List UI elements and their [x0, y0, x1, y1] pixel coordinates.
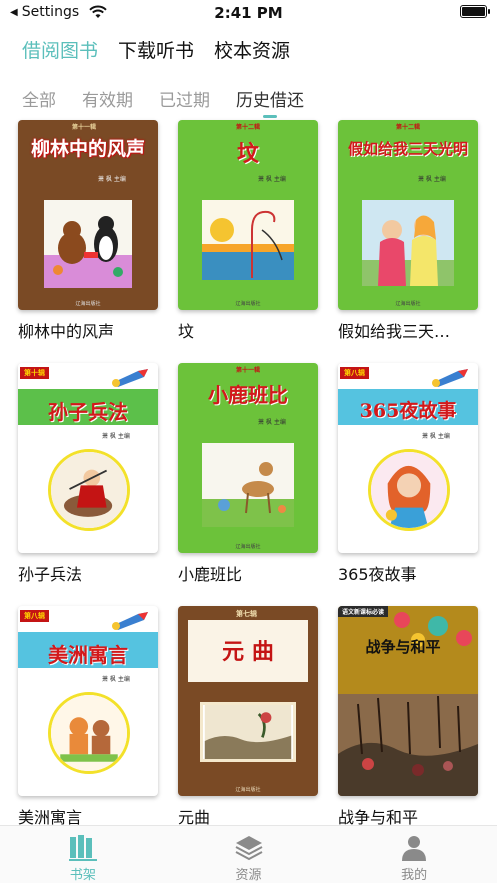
rocket-icon [432, 369, 468, 387]
cover-illustration [48, 449, 130, 531]
cover-title: 柳林中的风声 [30, 138, 145, 160]
book-item[interactable]: 语文新课标必读 战争与和平 战争与和平 [338, 606, 478, 849]
cover-title: 元 曲 [222, 639, 274, 665]
cover-title: 365夜故事 [359, 400, 457, 422]
tabbar-label: 资源 [235, 868, 262, 883]
status-bar: ◀ Settings 2:41 PM [0, 0, 497, 26]
cover-title: 小鹿班比 [208, 383, 288, 407]
cover-illustration [48, 692, 130, 774]
book-item[interactable]: 第八辑 美洲寓言 萧 枫 主编 美洲寓言 [18, 606, 158, 849]
layers-icon [235, 836, 262, 861]
book-cover[interactable]: 第十二辑 坟 萧 枫 主编 辽海出版社 [178, 120, 318, 310]
book-title: 假如给我三天… [338, 322, 451, 341]
book-cover[interactable]: 第十辑 孙子兵法 萧 枫 主编 [18, 363, 158, 553]
tabbar-item-resources[interactable]: 资源 [166, 826, 332, 883]
cover-publisher: 辽海出版社 [235, 544, 261, 550]
filter-tabs: 全部 有效期 已过期 历史借还 [22, 86, 304, 118]
cover-series-label: 第十一辑 [236, 367, 261, 374]
tab-school-resources[interactable]: 校本资源 [214, 36, 290, 63]
cover-illustration [200, 702, 296, 762]
cover-title: 战争与和平 [365, 638, 441, 656]
cover-series-label: 第八辑 [20, 610, 49, 622]
cover-author: 萧 枫 主编 [102, 676, 130, 683]
rocket-icon [112, 369, 148, 387]
filter-tab-all[interactable]: 全部 [22, 86, 56, 111]
book-title: 365夜故事 [338, 565, 417, 584]
cover-illustration [368, 449, 450, 531]
cover-series-label: 第十二辑 [396, 124, 421, 131]
book-title: 小鹿班比 [178, 565, 243, 584]
tabbar-label: 书架 [69, 868, 96, 883]
book-title: 孙子兵法 [18, 565, 83, 584]
cover-publisher: 辽海出版社 [395, 301, 421, 307]
person-icon [402, 836, 427, 861]
tabbar-item-bookshelf[interactable]: 书架 [0, 826, 166, 883]
cover-title: 假如给我三天光明 [347, 140, 468, 158]
cover-title: 美洲寓言 [48, 643, 128, 667]
cover-series-label: 第十辑 [20, 367, 49, 379]
book-item[interactable]: 第十二辑 假如给我三天光明 萧 枫 主编 辽海出版社 假如给我三天… [338, 120, 478, 363]
cover-author: 萧 枫 主编 [422, 433, 450, 440]
battery-icon [460, 5, 490, 18]
book-item[interactable]: 第七辑 元 曲 辽海出版社 元曲 [178, 606, 318, 849]
cover-illustration [338, 694, 478, 796]
cover-title: 孙子兵法 [48, 400, 128, 424]
tabbar-label: 我的 [401, 868, 428, 883]
cover-illustration [44, 200, 132, 288]
cover-author: 萧 枫 主编 [98, 176, 126, 183]
cover-illustration [202, 443, 294, 527]
book-title: 柳林中的风声 [18, 322, 115, 341]
cover-series-label: 第八辑 [340, 367, 369, 379]
cover-author: 萧 枫 主编 [418, 176, 446, 183]
book-cover[interactable]: 第十一辑 小鹿班比 萧 枫 主编 辽海出版社 [178, 363, 318, 553]
bookshelf-icon [68, 835, 97, 861]
tab-borrowed-books[interactable]: 借阅图书 [22, 36, 98, 63]
book-cover[interactable]: 第十二辑 假如给我三天光明 萧 枫 主编 辽海出版社 [338, 120, 478, 310]
main-tabs: 借阅图书 下载听书 校本资源 [22, 36, 290, 63]
filter-tab-expired[interactable]: 已过期 [159, 86, 210, 111]
rocket-icon [112, 612, 148, 630]
book-item[interactable]: 第十一辑 小鹿班比 萧 枫 主编 辽海出版社 小鹿班比 [178, 363, 318, 606]
cover-author: 萧 枫 主编 [258, 176, 286, 183]
book-cover[interactable]: 语文新课标必读 战争与和平 [338, 606, 478, 796]
cover-illustration [202, 200, 294, 280]
bottom-tab-bar: 书架 资源 我的 [0, 825, 497, 883]
filter-tab-valid[interactable]: 有效期 [82, 86, 133, 111]
cover-publisher: 辽海出版社 [235, 301, 261, 307]
status-time: 2:41 PM [214, 4, 283, 22]
cover-series-label: 语文新课标必读 [338, 606, 389, 617]
book-item[interactable]: 第十辑 孙子兵法 萧 枫 主编 孙子兵法 [18, 363, 158, 606]
tab-downloaded-audio[interactable]: 下载听书 [118, 36, 194, 63]
cover-illustration [362, 200, 454, 286]
cover-publisher: 辽海出版社 [235, 787, 261, 793]
book-item[interactable]: 第八辑 365夜故事 萧 枫 主编 365夜故事 [338, 363, 478, 606]
book-cover[interactable]: 第七辑 元 曲 辽海出版社 [178, 606, 318, 796]
cover-title: 坟 [236, 141, 259, 167]
filter-tab-history[interactable]: 历史借还 [236, 86, 304, 118]
cover-series-label: 第七辑 [236, 610, 257, 618]
cover-series-label: 第十一辑 [72, 124, 97, 131]
cover-publisher: 辽海出版社 [75, 301, 101, 307]
book-cover[interactable]: 第八辑 365夜故事 萧 枫 主编 [338, 363, 478, 553]
book-cover[interactable]: 第八辑 美洲寓言 萧 枫 主编 [18, 606, 158, 796]
book-cover[interactable]: 第十一辑 柳林中的风声 萧 枫 主编 辽海出版社 [18, 120, 158, 310]
book-title: 坟 [178, 322, 195, 341]
cover-series-label: 第十二辑 [236, 124, 261, 131]
book-grid: 第十一辑 柳林中的风声 萧 枫 主编 辽海出版社 柳林中的风声 第十二辑 坟 萧… [18, 120, 480, 849]
cover-author: 萧 枫 主编 [258, 419, 286, 426]
tabbar-item-mine[interactable]: 我的 [331, 826, 497, 883]
book-item[interactable]: 第十二辑 坟 萧 枫 主编 辽海出版社 坟 [178, 120, 318, 363]
book-item[interactable]: 第十一辑 柳林中的风声 萧 枫 主编 辽海出版社 柳林中的风声 [18, 120, 158, 363]
cover-author: 萧 枫 主编 [102, 433, 130, 440]
